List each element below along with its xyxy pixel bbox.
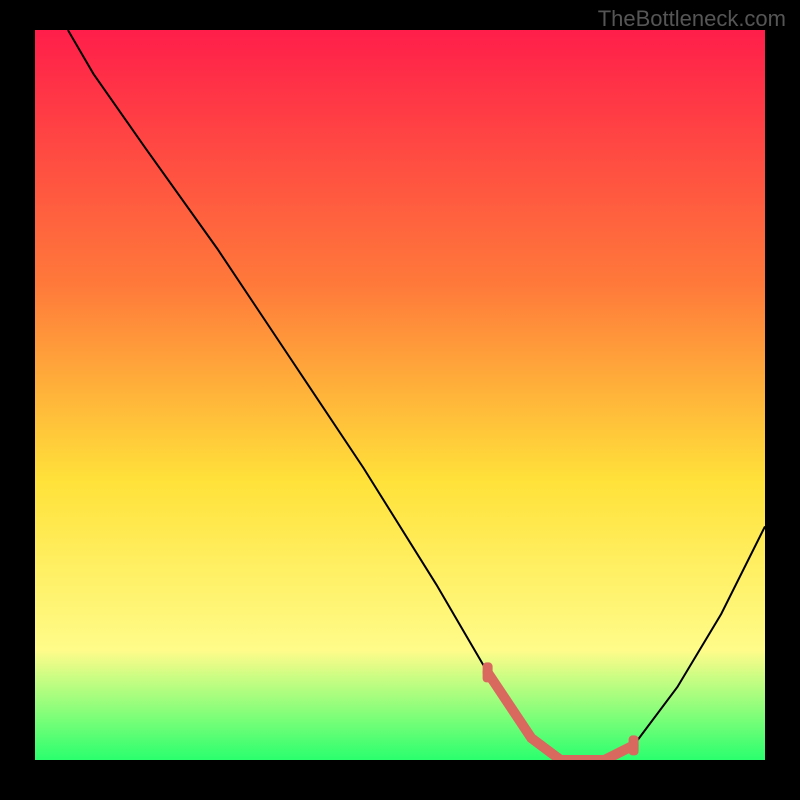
highlight-cap bbox=[629, 735, 639, 755]
highlight-cap bbox=[483, 662, 493, 682]
chart-container: TheBottleneck.com bbox=[0, 0, 800, 800]
chart-svg bbox=[35, 30, 765, 760]
gradient-background bbox=[35, 30, 765, 760]
watermark-text: TheBottleneck.com bbox=[598, 6, 786, 32]
plot-area bbox=[35, 30, 765, 760]
